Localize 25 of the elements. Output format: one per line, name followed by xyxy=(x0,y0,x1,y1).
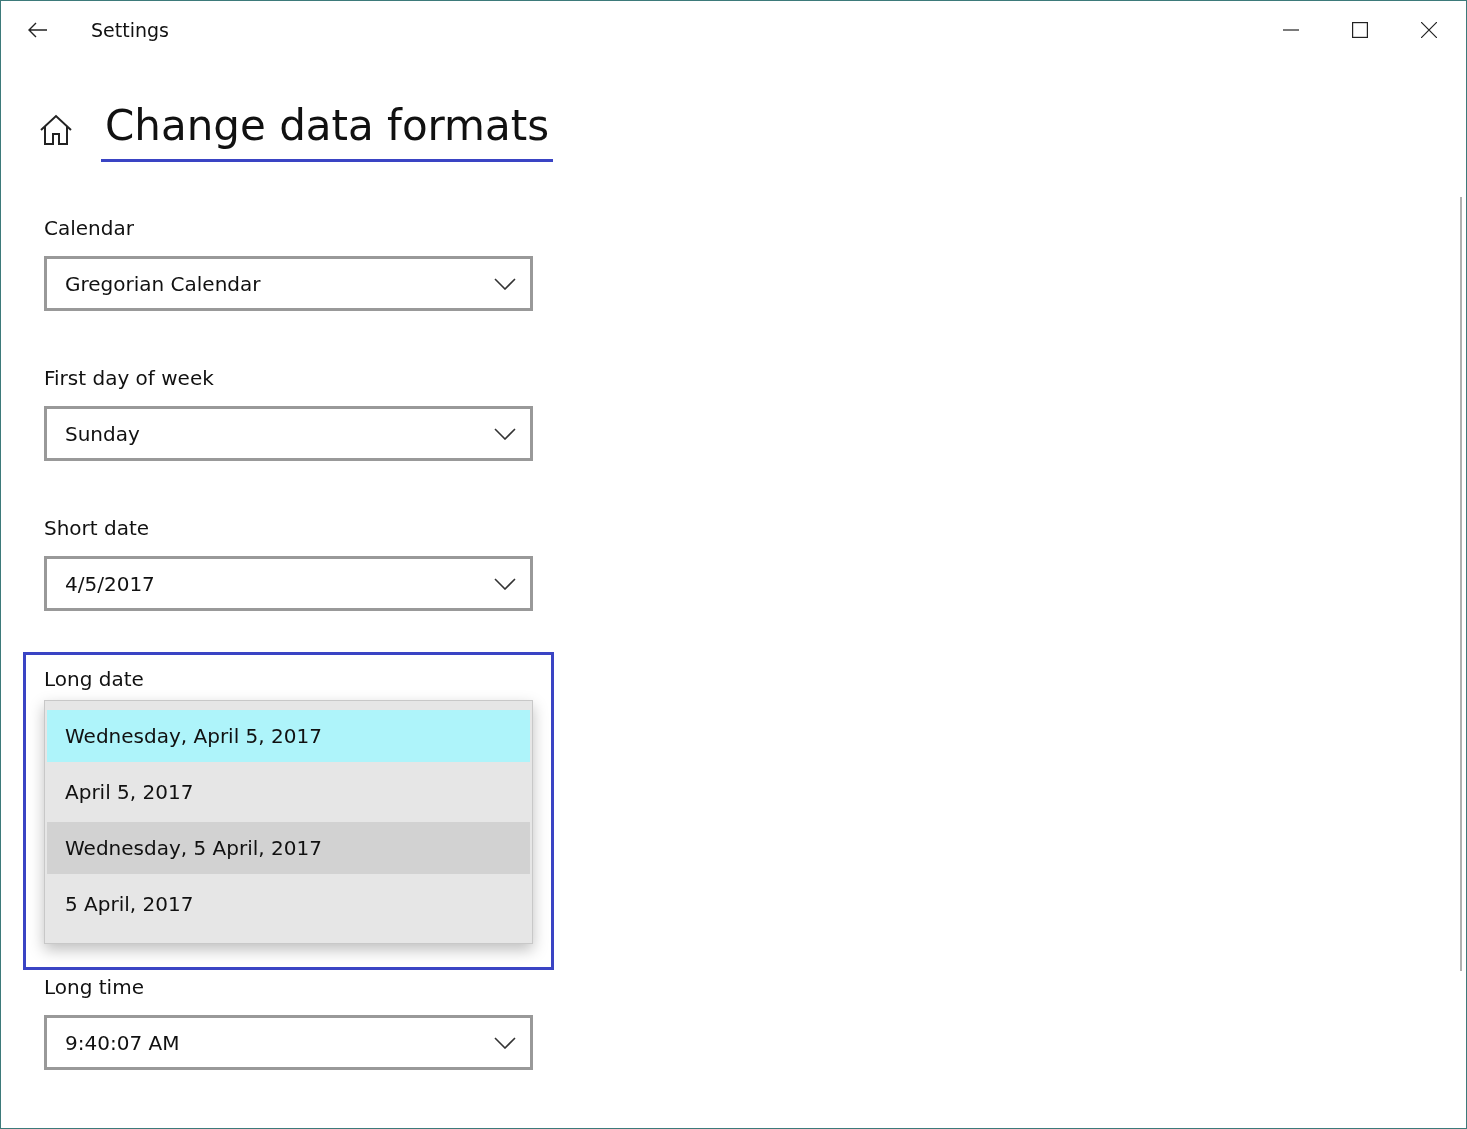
dropdown[interactable]: 4/5/2017 xyxy=(44,556,533,611)
maximize-icon xyxy=(1352,22,1368,38)
list-option[interactable]: 5 April, 2017 xyxy=(47,878,530,930)
close-icon xyxy=(1421,22,1437,38)
dropdown[interactable]: Sunday xyxy=(44,406,533,461)
field-label: Long date xyxy=(44,666,145,692)
field-label: First day of week xyxy=(44,365,215,391)
chevron-down-icon xyxy=(494,427,516,440)
list-option[interactable]: Wednesday, 5 April, 2017 xyxy=(47,822,530,874)
dropdown[interactable]: Gregorian Calendar xyxy=(44,256,533,311)
chevron-down-icon xyxy=(494,1036,516,1049)
chevron-down-icon xyxy=(494,577,516,590)
home-icon[interactable] xyxy=(39,113,73,146)
chevron-down-icon xyxy=(494,277,516,290)
list-option[interactable]: April 5, 2017 xyxy=(47,766,530,818)
back-arrow-icon xyxy=(28,22,48,38)
field-label: Calendar xyxy=(44,215,135,241)
page-title: Change data formats xyxy=(101,97,554,162)
scrollbar[interactable] xyxy=(1460,197,1462,971)
minimize-icon xyxy=(1283,29,1299,31)
window-title: Settings xyxy=(91,19,170,41)
list-option[interactable]: Wednesday, April 5, 2017 xyxy=(47,710,530,762)
field-label: Long time xyxy=(44,974,145,1000)
dropdown[interactable]: 9:40:07 AM xyxy=(44,1015,533,1070)
field-label: Short date xyxy=(44,515,151,541)
